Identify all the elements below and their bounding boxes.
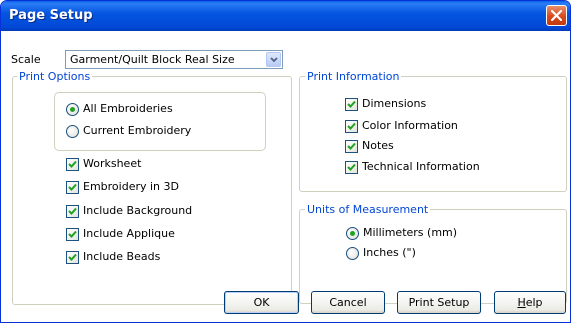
print-information-group xyxy=(299,76,567,192)
print-setup-button[interactable]: Print Setup xyxy=(397,291,481,314)
checkmark-icon xyxy=(68,160,77,168)
checkmark-icon xyxy=(68,183,77,191)
worksheet-checkbox[interactable] xyxy=(66,158,79,171)
inches-radio[interactable] xyxy=(346,247,359,260)
notes-label[interactable]: Notes xyxy=(362,139,394,152)
cancel-button[interactable]: Cancel xyxy=(311,291,385,314)
worksheet-label[interactable]: Worksheet xyxy=(83,157,141,170)
include-beads-label[interactable]: Include Beads xyxy=(83,250,160,263)
color-information-label[interactable]: Color Information xyxy=(362,119,458,132)
include-beads-checkbox[interactable] xyxy=(66,251,79,264)
dimensions-label[interactable]: Dimensions xyxy=(362,97,426,110)
embroidery-3d-label[interactable]: Embroidery in 3D xyxy=(83,180,179,193)
help-label-rest: elp xyxy=(525,296,543,309)
help-accelerator: H xyxy=(517,296,526,309)
technical-information-checkbox[interactable] xyxy=(345,161,358,174)
scale-value: Garment/Quilt Block Real Size xyxy=(70,53,235,66)
close-icon xyxy=(551,10,562,21)
include-applique-checkbox[interactable] xyxy=(66,228,79,241)
dialog-body: Scale Garment/Quilt Block Real Size Prin… xyxy=(1,31,570,322)
all-embroideries-radio[interactable] xyxy=(66,103,79,116)
current-embroidery-radio[interactable] xyxy=(66,125,79,138)
print-information-legend: Print Information xyxy=(305,70,402,83)
dimensions-checkbox[interactable] xyxy=(345,98,358,111)
chevron-down-icon xyxy=(270,57,278,63)
title-bar[interactable]: Page Setup xyxy=(1,1,570,31)
notes-checkbox[interactable] xyxy=(345,140,358,153)
ok-button[interactable]: OK xyxy=(224,291,299,314)
technical-information-label[interactable]: Technical Information xyxy=(362,160,480,173)
inches-label[interactable]: Inches (") xyxy=(363,246,416,259)
checkmark-icon xyxy=(68,253,77,261)
include-background-label[interactable]: Include Background xyxy=(83,204,192,217)
millimeters-label[interactable]: Millimeters (mm) xyxy=(363,226,457,239)
embroidery-selection-box xyxy=(54,92,266,151)
dialog-title: Page Setup xyxy=(9,8,93,23)
checkmark-icon xyxy=(347,122,356,130)
page-setup-dialog: Page Setup Scale Garment/Quilt Block Rea… xyxy=(0,0,571,323)
units-of-measurement-group xyxy=(299,209,567,304)
close-button[interactable] xyxy=(546,5,567,26)
print-options-legend: Print Options xyxy=(17,70,93,83)
units-legend: Units of Measurement xyxy=(305,203,431,216)
include-applique-label[interactable]: Include Applique xyxy=(83,227,175,240)
current-embroidery-label[interactable]: Current Embroidery xyxy=(83,124,191,137)
include-background-checkbox[interactable] xyxy=(66,205,79,218)
checkmark-icon xyxy=(347,100,356,108)
scale-label: Scale xyxy=(11,53,41,66)
help-button[interactable]: Help xyxy=(494,291,566,314)
checkmark-icon xyxy=(347,142,356,150)
embroidery-3d-checkbox[interactable] xyxy=(66,181,79,194)
checkmark-icon xyxy=(68,207,77,215)
checkmark-icon xyxy=(68,230,77,238)
checkmark-icon xyxy=(347,163,356,171)
dropdown-arrow-button[interactable] xyxy=(266,52,281,67)
all-embroideries-label[interactable]: All Embroideries xyxy=(83,102,173,115)
scale-dropdown[interactable]: Garment/Quilt Block Real Size xyxy=(65,50,283,69)
millimeters-radio[interactable] xyxy=(346,227,359,240)
color-information-checkbox[interactable] xyxy=(345,120,358,133)
